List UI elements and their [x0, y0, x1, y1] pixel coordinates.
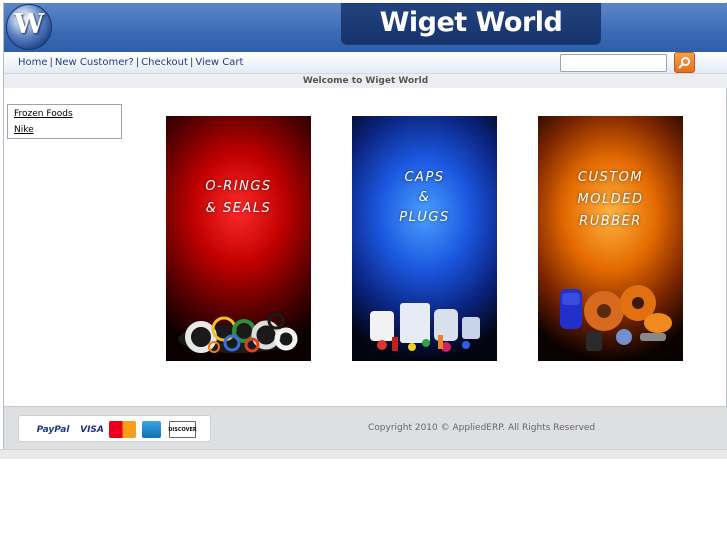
payment-methods: PayPal VISA DISCOVER: [18, 415, 211, 442]
welcome-bar: Welcome to Wiget World: [4, 74, 727, 88]
page-bottom-edge: [0, 449, 727, 459]
site-header: W Wiget World: [4, 3, 727, 52]
banner-title: CUSTOM MOLDED RUBBER: [538, 167, 683, 233]
banner-title-line: PLUGS: [399, 210, 450, 225]
mastercard-logo: [109, 421, 136, 438]
banner-o-rings-seals[interactable]: O-RINGS & SEALS: [166, 116, 311, 361]
site-footer: PayPal VISA DISCOVER Copyright 2010 © Ap…: [4, 406, 727, 449]
site-title: Wiget World: [379, 7, 563, 38]
banner-title-line: MOLDED: [577, 192, 644, 207]
banner-title: O-RINGS & SEALS: [166, 176, 311, 220]
logo-letter: W: [14, 9, 45, 40]
banner-title-line: &: [418, 190, 431, 205]
copyright-text: Copyright 2010 © AppliedERP. All Rights …: [368, 423, 596, 433]
caps-plugs-image: [370, 303, 480, 352]
banner-title-line: O-RINGS: [205, 179, 272, 194]
banner-title: CAPS & PLUGS: [352, 168, 497, 228]
molded-rubber-image: [560, 285, 672, 351]
nav-link-view-cart[interactable]: View Cart: [195, 57, 243, 68]
visa-logo: VISA: [80, 424, 104, 435]
search-input[interactable]: [560, 54, 667, 72]
site-title-box: Wiget World: [341, 3, 601, 45]
nav-link-new-customer[interactable]: New Customer?: [55, 57, 134, 68]
o-rings-image: [178, 312, 298, 353]
nav-separator: |: [49, 57, 53, 68]
amex-logo: [142, 421, 161, 438]
search-icon: [678, 57, 690, 69]
sidebar-item-nike[interactable]: Nike: [8, 122, 121, 138]
banner-title-line: & SEALS: [205, 201, 272, 216]
sidebar-item-frozen-foods[interactable]: Frozen Foods: [8, 106, 121, 122]
paypal-logo: PayPal: [36, 424, 70, 435]
nav-link-checkout[interactable]: Checkout: [141, 57, 188, 68]
site-logo[interactable]: W: [6, 4, 52, 50]
banner-title-line: CUSTOM: [577, 170, 644, 185]
banner-custom-molded-rubber[interactable]: CUSTOM MOLDED RUBBER: [538, 116, 683, 361]
discover-logo: DISCOVER: [168, 421, 197, 438]
category-sidebar: Frozen Foods Nike: [7, 104, 122, 139]
banner-caps-plugs[interactable]: CAPS & PLUGS: [352, 116, 497, 361]
nav-links: Home | New Customer? | Checkout | View Cart: [18, 57, 243, 68]
search-button[interactable]: [674, 52, 695, 73]
nav-link-home[interactable]: Home: [18, 57, 48, 68]
top-nav: Home | New Customer? | Checkout | View Cart: [4, 52, 727, 74]
banner-title-line: CAPS: [404, 170, 445, 185]
banner-title-line: RUBBER: [579, 214, 642, 229]
